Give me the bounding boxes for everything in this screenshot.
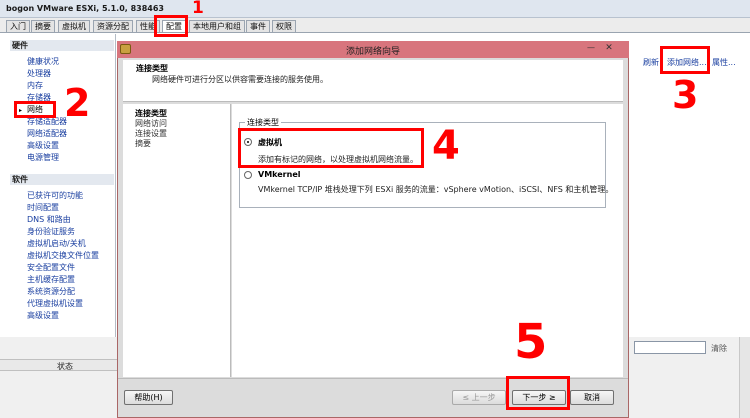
dialog-title: 添加网络向导 xyxy=(345,47,400,57)
tab-events[interactable]: 事件 xyxy=(246,20,270,32)
clear-button[interactable]: 清除 xyxy=(711,343,727,354)
refresh-link[interactable]: 刷新 xyxy=(643,57,659,68)
sidebar-item-network-adapters[interactable]: 网络适配器 xyxy=(27,129,67,139)
annotation-number-1: 1 xyxy=(192,0,204,18)
sidebar-item-vm-startup-shutdown[interactable]: 虚拟机启动/关机 xyxy=(27,239,86,249)
tab-strip: 入门 摘要 虚拟机 资源分配 性能 配置 本地用户和组 事件 权限 xyxy=(0,18,750,33)
minimize-icon[interactable]: — xyxy=(585,44,597,54)
sidebar-item-security-profile[interactable]: 安全配置文件 xyxy=(27,263,75,273)
step-connection-settings: 连接设置 xyxy=(135,129,167,138)
annotation-box-3 xyxy=(660,46,710,74)
tab-permissions[interactable]: 权限 xyxy=(272,20,296,32)
status-column-label: 状态 xyxy=(57,362,73,371)
annotation-box-4 xyxy=(238,128,424,168)
tab-getting-started[interactable]: 入门 xyxy=(6,20,30,32)
sidebar-item-auth-services[interactable]: 身份验证服务 xyxy=(27,227,75,237)
annotation-box-5 xyxy=(506,376,570,410)
step-network-access: 网络访问 xyxy=(135,119,167,128)
sidebar-item-licensed-features[interactable]: 已获许可的功能 xyxy=(27,191,83,201)
help-button[interactable]: 帮助(H) xyxy=(124,390,173,405)
back-button[interactable]: ≤ 上一步 xyxy=(452,390,506,405)
annotation-box-1 xyxy=(154,15,188,37)
sidebar-item-system-resource-allocation[interactable]: 系统资源分配 xyxy=(27,287,75,297)
sidebar-item-processors[interactable]: 处理器 xyxy=(27,69,51,79)
sidebar-item-dns-routing[interactable]: DNS 和路由 xyxy=(27,215,71,225)
sidebar-item-vm-swapfile-location[interactable]: 虚拟机交换文件位置 xyxy=(27,251,99,261)
close-icon[interactable]: ✕ xyxy=(603,44,615,54)
sidebar-item-advanced-settings[interactable]: 高级设置 xyxy=(27,141,59,151)
step-connection-type: 连接类型 xyxy=(135,109,167,118)
tab-resource-allocation[interactable]: 资源分配 xyxy=(93,20,133,32)
vmkernel-option-description: VMkernel TCP/IP 堆栈处理下列 ESXi 服务的流量：vSpher… xyxy=(258,185,614,194)
sidebar-item-agent-vm-settings[interactable]: 代理虚拟机设置 xyxy=(27,299,83,309)
annotation-number-5: 5 xyxy=(514,314,548,370)
hardware-section-header: 硬件 xyxy=(10,40,114,51)
sidebar-item-power-management[interactable]: 电源管理 xyxy=(27,153,59,163)
sidebar-item-time-configuration[interactable]: 时间配置 xyxy=(27,203,59,213)
step-summary: 摘要 xyxy=(135,139,151,148)
sidebar-item-host-cache[interactable]: 主机缓存配置 xyxy=(27,275,75,285)
annotation-number-3: 3 xyxy=(672,73,699,117)
dialog-header-title: 连接类型 xyxy=(136,64,168,73)
annotation-number-2: 2 xyxy=(64,81,91,125)
annotation-box-2 xyxy=(14,101,56,118)
vertical-scrollbar[interactable] xyxy=(739,337,750,418)
software-section-header: 软件 xyxy=(10,174,114,185)
tab-virtual-machines[interactable]: 虚拟机 xyxy=(58,20,90,32)
tab-summary[interactable]: 摘要 xyxy=(31,20,55,32)
filter-input[interactable] xyxy=(634,341,706,354)
sidebar-item-memory[interactable]: 内存 xyxy=(27,81,43,91)
vmkernel-option-label[interactable]: VMkernel xyxy=(258,170,301,179)
tab-local-users-groups[interactable]: 本地用户和组 xyxy=(189,20,245,32)
vmkernel-radio[interactable] xyxy=(244,171,252,179)
sidebar-item-storage-adapters[interactable]: 存储适配器 xyxy=(27,117,67,127)
sidebar-item-health[interactable]: 健康状况 xyxy=(27,57,59,67)
connection-type-legend: 连接类型 xyxy=(245,117,281,128)
annotation-number-4: 4 xyxy=(432,123,460,169)
dialog-header-description: 网络硬件可进行分区以供容需要连接的服务使用。 xyxy=(152,75,328,84)
sidebar-item-advanced-settings-software[interactable]: 高级设置 xyxy=(27,311,59,321)
app-title: bogon VMware ESXi, 5.1.0, 838463 xyxy=(6,4,164,13)
cancel-button[interactable]: 取消 xyxy=(570,390,614,405)
properties-link[interactable]: 属性... xyxy=(712,57,736,68)
